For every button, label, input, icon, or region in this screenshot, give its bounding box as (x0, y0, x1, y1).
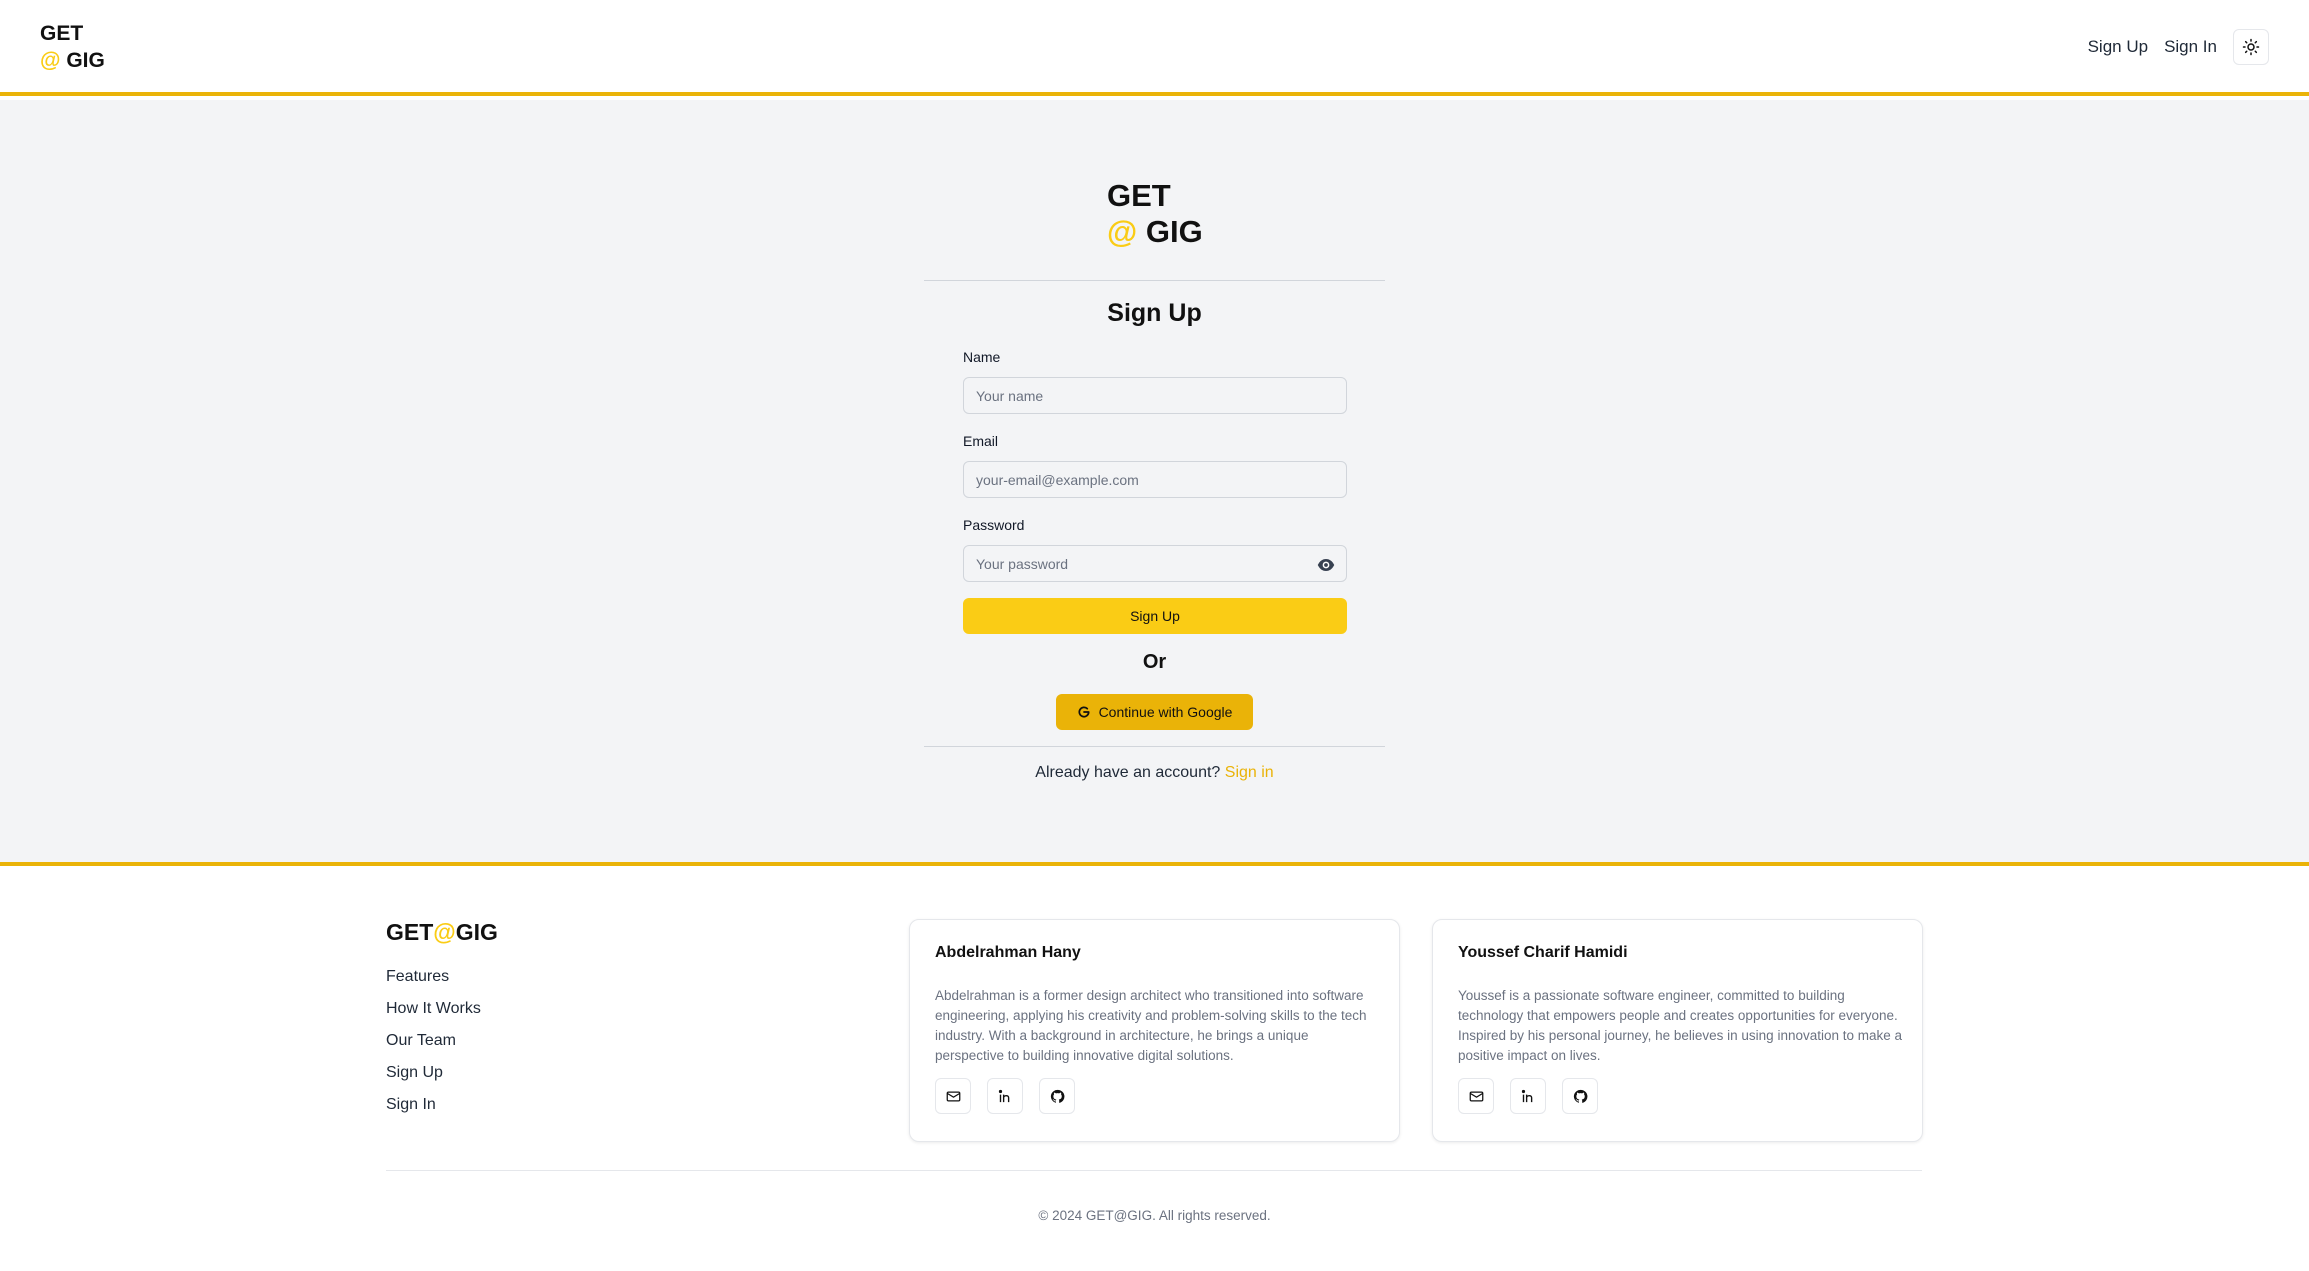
form-logo-at: @ (1107, 214, 1138, 249)
mail-icon (1469, 1091, 1483, 1101)
password-label: Password (963, 517, 1025, 533)
social-links (1458, 1078, 1598, 1114)
footer: GET@GIG Features How It Works Our Team S… (0, 862, 2309, 1271)
footer-logo-get: GET (386, 919, 434, 945)
footer-logo-gig: GIG (455, 919, 498, 945)
form-logo-get: GET (1107, 178, 1171, 213)
footer-links: Features How It Works Our Team Sign Up S… (386, 967, 481, 1127)
nav-signin-link[interactable]: Sign In (2164, 37, 2217, 57)
password-input[interactable] (963, 545, 1347, 582)
google-signin-button[interactable]: Continue with Google (1056, 694, 1253, 730)
github-button[interactable] (1562, 1078, 1598, 1114)
team-card: Abdelrahman Hany Abdelrahman is a former… (909, 919, 1400, 1142)
email-label: Email (963, 433, 999, 449)
header-nav: Sign Up Sign In (2088, 29, 2269, 65)
top-divider (924, 280, 1385, 281)
github-icon (1573, 1089, 1587, 1103)
form-logo: GET @ GIG (1107, 178, 1203, 250)
logo-at-symbol: @ (40, 49, 61, 72)
eye-icon[interactable] (1317, 556, 1335, 574)
footer-logo-at: @ (433, 919, 456, 945)
or-divider-text: Or (1142, 651, 1167, 673)
email-button[interactable] (1458, 1078, 1494, 1114)
team-member-bio: Abdelrahman is a former design architect… (935, 988, 1367, 1063)
footer-link-how-it-works[interactable]: How It Works (386, 999, 481, 1031)
form-logo-gig: GIG (1145, 214, 1203, 249)
form-title: Sign Up (1107, 299, 1202, 327)
logo-gig-text: GIG (66, 49, 105, 72)
copyright-text: © 2024 GET@GIG. All rights reserved. (1038, 1208, 1271, 1223)
email-button[interactable] (935, 1078, 971, 1114)
signin-prompt: Already have an account? Sign in (0, 764, 2309, 782)
linkedin-icon (998, 1089, 1009, 1102)
team-card: Youssef Charif Hamidi Youssef is a passi… (1432, 919, 1923, 1142)
footer-link-signup[interactable]: Sign Up (386, 1063, 481, 1095)
footer-link-features[interactable]: Features (386, 967, 481, 999)
signin-prompt-text: Already have an account? (1035, 764, 1221, 781)
top-navbar: GET @ GIG Sign Up Sign In (0, 0, 2309, 96)
footer-divider (386, 1170, 1922, 1171)
google-button-label: Continue with Google (1098, 704, 1233, 720)
team-member-name: Abdelrahman Hany (935, 944, 1081, 961)
name-input[interactable] (963, 377, 1347, 414)
linkedin-button[interactable] (987, 1078, 1023, 1114)
sun-icon (2242, 38, 2260, 56)
signup-submit-button[interactable]: Sign Up (963, 598, 1347, 634)
mail-icon (946, 1091, 960, 1101)
social-links (935, 1078, 1075, 1114)
name-label: Name (963, 349, 1001, 365)
team-member-name: Youssef Charif Hamidi (1458, 944, 1628, 961)
github-button[interactable] (1039, 1078, 1075, 1114)
logo-get-text: GET (40, 22, 84, 45)
theme-toggle-button[interactable] (2233, 29, 2269, 65)
signup-section: GET @ GIG Sign Up Name Email Password Si… (0, 100, 2309, 862)
header-logo[interactable]: GET @ GIG (40, 20, 105, 74)
bottom-divider (924, 746, 1385, 747)
signin-link[interactable]: Sign in (1225, 764, 1274, 781)
footer-link-our-team[interactable]: Our Team (386, 1031, 481, 1063)
team-member-bio: Youssef is a passionate software enginee… (1458, 988, 1903, 1063)
email-input[interactable] (963, 461, 1347, 498)
github-icon (1050, 1089, 1064, 1103)
footer-logo[interactable]: GET@GIG (386, 919, 498, 946)
linkedin-button[interactable] (1510, 1078, 1546, 1114)
nav-signup-link[interactable]: Sign Up (2088, 37, 2148, 57)
linkedin-icon (1521, 1089, 1532, 1102)
google-g-icon (1078, 706, 1090, 718)
footer-link-signin[interactable]: Sign In (386, 1095, 481, 1127)
